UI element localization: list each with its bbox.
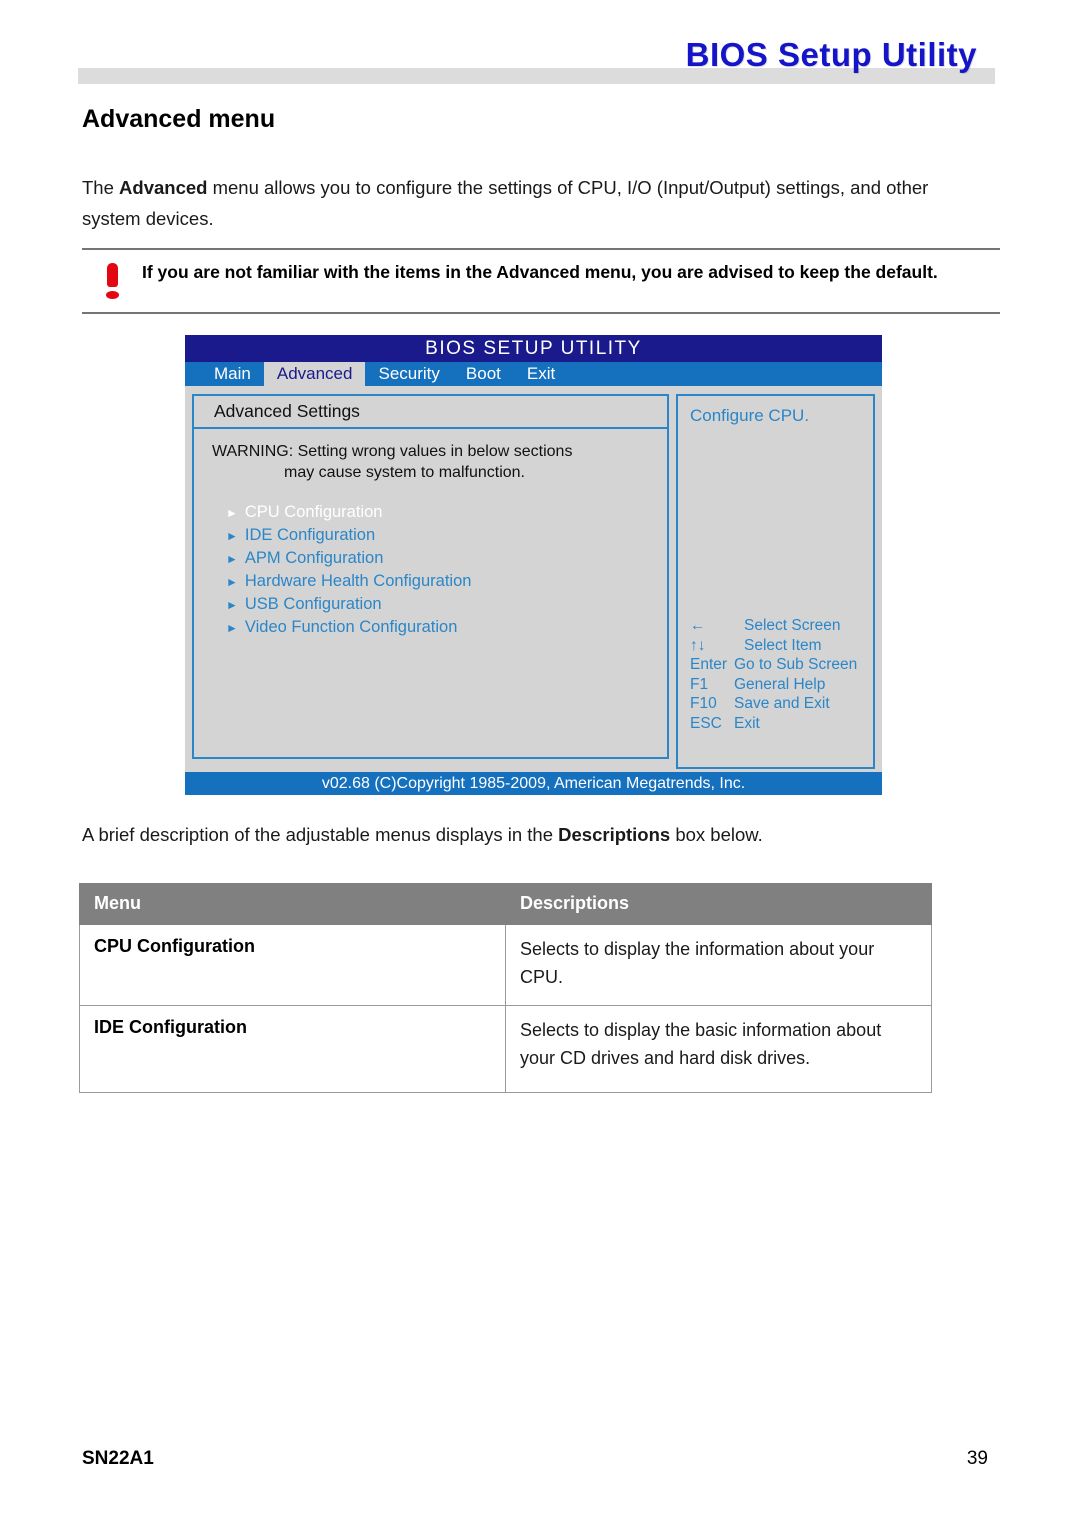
key-legend-row: Enter Go to Sub Screen [690, 655, 880, 675]
descriptions-paragraph: A brief description of the adjustable me… [82, 820, 987, 850]
key-name: ESC [690, 714, 722, 732]
triangle-right-icon: ► [226, 620, 238, 635]
mid-bold-term: Descriptions [558, 824, 671, 845]
bios-key-legend: ← Select Screen ↑↓ Select Item Enter Go … [690, 616, 880, 733]
key-description: Select Screen [744, 617, 841, 634]
bios-help-text: Configure CPU. [690, 406, 810, 425]
mid-suffix: box below. [670, 824, 763, 845]
bios-menu-item-apm-configuration[interactable]: ► APM Configuration [212, 547, 667, 570]
table-cell-description: Selects to display the basic information… [505, 1005, 932, 1093]
bios-warning-line2: may cause system to malfunction. [284, 464, 525, 481]
page-header: BIOS Setup Utility [0, 0, 1080, 95]
note-text: If you are not familiar with the items i… [142, 262, 938, 282]
bios-warning-line1: WARNING: Setting wrong values in below s… [212, 443, 573, 460]
intro-prefix: The [82, 177, 120, 198]
key-legend-row: F10 Save and Exit [690, 694, 880, 714]
bios-tab-advanced[interactable]: Advanced [263, 362, 366, 386]
bios-menu-item-cpu-configuration[interactable]: ► CPU Configuration [212, 501, 667, 524]
bios-panel-content: WARNING: Setting wrong values in below s… [192, 429, 669, 759]
footer-page-number: 39 [966, 1448, 988, 1469]
key-name: ← [690, 617, 706, 634]
table-cell-menu: CPU Configuration [79, 924, 506, 1006]
section-heading: Advanced menu [82, 105, 276, 133]
bios-menu-item-usb-configuration[interactable]: ► USB Configuration [212, 593, 667, 616]
bios-menu-item-label: IDE Configuration [244, 526, 376, 544]
bios-menu-item-label: Video Function Configuration [244, 618, 458, 636]
bios-menu-item-label: USB Configuration [244, 595, 382, 613]
bios-titlebar: BIOS SETUP UTILITY [185, 335, 882, 362]
key-description: Select Item [744, 636, 822, 654]
table-header-row: Menu Descriptions [79, 883, 932, 925]
key-legend-row: ← Select Screen [690, 616, 880, 636]
intro-bold-term: Advanced [119, 177, 208, 198]
table-row: IDE Configuration Selects to display the… [79, 1005, 932, 1093]
key-description: Save and Exit [734, 695, 830, 712]
triangle-right-icon: ► [226, 574, 238, 589]
bios-copyright-bar: v02.68 (C)Copyright 1985-2009, American … [185, 772, 882, 795]
table-header-menu: Menu [79, 883, 506, 925]
caution-note: If you are not familiar with the items i… [82, 248, 1000, 314]
bios-menubar: Main Advanced Security Boot Exit [185, 362, 882, 386]
bios-menu-item-ide-configuration[interactable]: ► IDE Configuration [212, 524, 667, 547]
key-name: Enter [690, 656, 728, 673]
triangle-right-icon: ► [226, 551, 238, 566]
exclamation-icon [82, 259, 142, 301]
bios-panel-header: Advanced Settings [192, 394, 669, 429]
intro-paragraph: The Advanced menu allows you to configur… [82, 172, 987, 234]
key-name: F10 [690, 695, 717, 712]
descriptions-table: Menu Descriptions CPU Configuration Sele… [79, 883, 932, 1093]
table-header-descriptions: Descriptions [505, 883, 932, 925]
table-row: CPU Configuration Selects to display the… [79, 924, 932, 1006]
key-description: Go to Sub Screen [734, 656, 858, 673]
bios-title: BIOS SETUP UTILITY [425, 337, 642, 359]
bios-menu-item-label: CPU Configuration [244, 503, 383, 521]
page-footer: SN22A1 39 [82, 1448, 988, 1470]
table-cell-description: Selects to display the information about… [505, 924, 932, 1006]
note-body: If you are not familiar with the items i… [82, 250, 1000, 312]
bios-body: Advanced Settings WARNING: Setting wrong… [185, 386, 882, 769]
intro-suffix: menu allows you to configure the setting… [82, 177, 929, 229]
bios-help-panel: Configure CPU. ← Select Screen ↑↓ Select… [676, 394, 875, 769]
footer-model-name: SN22A1 [82, 1448, 154, 1469]
mid-prefix: A brief description of the adjustable me… [82, 824, 559, 845]
key-description: Exit [734, 714, 760, 732]
key-description: General Help [734, 675, 826, 693]
key-legend-row: ↑↓ Select Item [690, 636, 880, 656]
table-cell-menu: IDE Configuration [79, 1005, 506, 1093]
bios-menu-item-hardware-health-configuration[interactable]: ► Hardware Health Configuration [212, 570, 667, 593]
triangle-right-icon: ► [226, 597, 238, 612]
bios-menu-item-video-function-configuration[interactable]: ► Video Function Configuration [212, 616, 667, 639]
bios-menu-item-label: APM Configuration [244, 549, 384, 567]
note-rule-bottom [82, 312, 1000, 314]
bios-menu-item-label: Hardware Health Configuration [244, 572, 472, 590]
triangle-right-icon: ► [226, 505, 238, 520]
triangle-right-icon: ► [226, 528, 238, 543]
bios-screenshot: BIOS SETUP UTILITY Main Advanced Securit… [185, 335, 882, 795]
key-legend-row: F1 General Help [690, 675, 880, 695]
key-legend-row: ESC Exit [690, 714, 880, 734]
bios-tab-main[interactable]: Main [201, 362, 264, 386]
page-title: BIOS Setup Utility [685, 36, 977, 73]
bios-tab-security[interactable]: Security [365, 362, 452, 386]
bios-tab-exit[interactable]: Exit [514, 362, 568, 386]
bios-settings-panel: Advanced Settings WARNING: Setting wrong… [192, 394, 669, 769]
key-name: F1 [690, 675, 709, 693]
bios-warning-text: WARNING: Setting wrong values in below s… [212, 441, 667, 483]
bios-tab-boot[interactable]: Boot [453, 362, 514, 386]
key-name: ↑↓ [690, 636, 706, 654]
